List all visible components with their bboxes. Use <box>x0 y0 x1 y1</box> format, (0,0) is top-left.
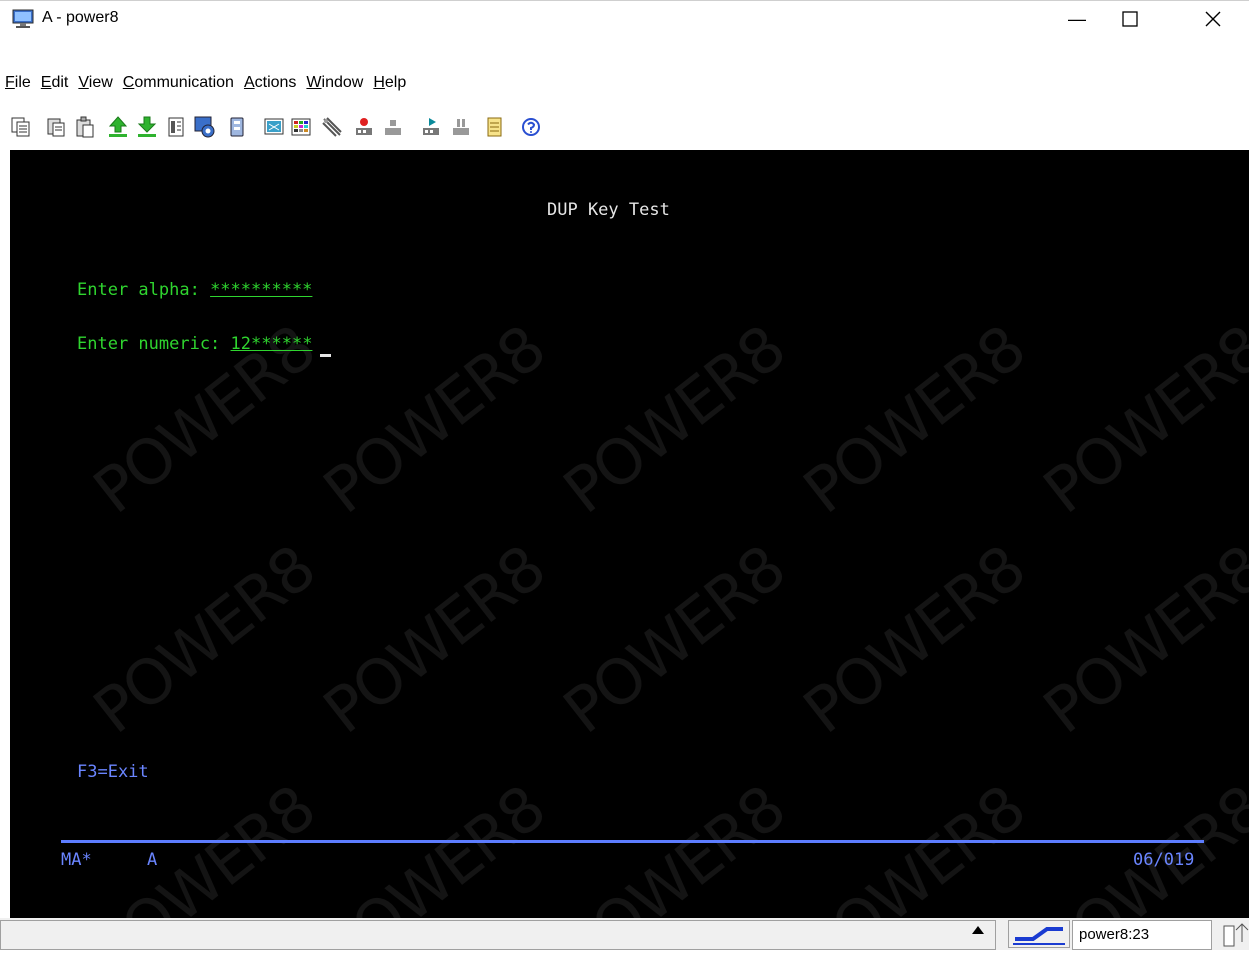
watermark: POWER8 <box>310 771 558 918</box>
watermark: POWER8 <box>1030 531 1249 748</box>
watermark: POWER8 <box>80 771 328 918</box>
menu-actions[interactable]: Actions <box>239 70 301 96</box>
title-bar: A - power8 — <box>0 0 1249 36</box>
alpha-label: Enter alpha: <box>77 280 211 300</box>
numeric-label: Enter numeric: <box>77 334 231 354</box>
watermark: POWER8 <box>790 311 1038 528</box>
watermark: POWER8 <box>80 531 328 748</box>
numeric-row: Enter numeric: 12****** <box>77 334 312 354</box>
macro-icon[interactable] <box>192 114 218 140</box>
watermark: POWER8 <box>550 531 798 748</box>
paste-next-icon[interactable] <box>72 114 98 140</box>
minimize-icon: — <box>1068 8 1086 29</box>
text-cursor <box>320 354 331 357</box>
numeric-typed-value: 12 <box>230 334 252 354</box>
menu-view[interactable]: View <box>73 70 117 96</box>
watermark: POWER8 <box>790 531 1038 748</box>
menu-window[interactable]: Window <box>301 70 368 96</box>
window-title: A - power8 <box>42 9 119 26</box>
watermark: POWER8 <box>790 771 1038 918</box>
menu-edit[interactable]: Edit <box>36 70 74 96</box>
quick-settings-icon[interactable] <box>224 114 250 140</box>
watermark: POWER8 <box>1030 771 1249 918</box>
monitor-icon[interactable] <box>12 9 34 29</box>
paste-icon[interactable] <box>43 114 69 140</box>
receive-file-icon[interactable] <box>134 114 160 140</box>
up-arrow-icon[interactable] <box>972 926 984 934</box>
play-macro-icon[interactable] <box>418 114 444 140</box>
cursor-position: 06/019 <box>1133 850 1195 870</box>
watermark: POWER8 <box>1030 311 1249 528</box>
numeric-input[interactable]: 12****** <box>231 334 313 354</box>
session-indicator: A <box>147 850 158 870</box>
toolbar <box>0 112 1249 148</box>
maximize-icon <box>1122 11 1138 27</box>
stop-macro-icon[interactable] <box>380 114 406 140</box>
close-icon <box>1205 11 1221 27</box>
status-divider <box>61 840 1204 843</box>
menu-file[interactable]: File <box>0 70 36 96</box>
screen-title: DUP Key Test <box>547 200 670 220</box>
maximize-button[interactable] <box>1107 1 1153 37</box>
host-address: power8:23 <box>1072 920 1212 950</box>
watermark: POWER8 <box>310 531 558 748</box>
keyboard-map-icon[interactable] <box>319 114 345 140</box>
menu-bar: File Edit View Communication Actions Window He… <box>0 70 1249 100</box>
copy-icon[interactable] <box>8 114 34 140</box>
alpha-input[interactable]: ********** <box>210 280 312 300</box>
resize-grip-icon[interactable] <box>1222 920 1249 950</box>
menu-communication[interactable]: Communication <box>118 70 239 96</box>
message-indicator: MA* <box>61 850 92 870</box>
watermark: POWER8 <box>310 311 558 528</box>
close-button[interactable] <box>1190 1 1236 37</box>
menu-help[interactable]: Help <box>368 70 411 96</box>
display-icon[interactable] <box>261 114 287 140</box>
color-map-icon[interactable] <box>288 114 314 140</box>
alpha-row: Enter alpha: ********** <box>77 280 312 300</box>
minimize-button[interactable]: — <box>1054 1 1100 37</box>
terminal-screen[interactable]: POWER8 POWER8 POWER8 POWER8 POWER8 POWER8 POWE… <box>10 150 1249 918</box>
display-keypad-icon[interactable] <box>163 114 189 140</box>
notepad-icon[interactable] <box>482 114 508 140</box>
watermark: POWER8 <box>550 771 798 918</box>
record-macro-icon[interactable] <box>351 114 377 140</box>
connection-icon <box>1013 927 1065 945</box>
help-icon[interactable] <box>518 114 544 140</box>
watermark: POWER8 <box>550 311 798 528</box>
function-key-f3[interactable]: F3=Exit <box>77 762 149 782</box>
pause-macro-icon[interactable] <box>448 114 474 140</box>
numeric-dup-value: ****** <box>251 334 313 354</box>
status-bar: power8:23 <box>0 918 1249 950</box>
send-file-icon[interactable] <box>105 114 131 140</box>
status-message-area <box>0 920 996 950</box>
connection-status <box>1008 920 1070 948</box>
